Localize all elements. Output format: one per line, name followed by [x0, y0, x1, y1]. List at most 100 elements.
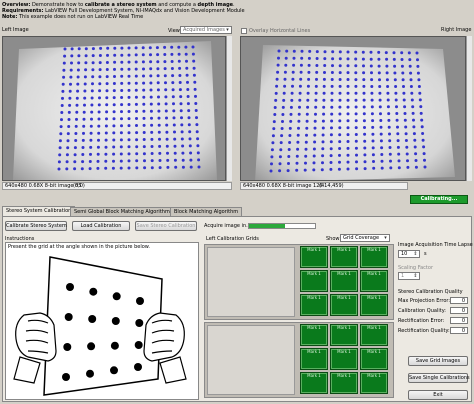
calibration-dot [354, 105, 358, 109]
calibration-dot [150, 152, 154, 155]
grid-coverage-cell: Mark 1 [330, 372, 358, 394]
right-grid-preview [207, 325, 295, 395]
calibration-dot [274, 91, 278, 95]
calibration-dot [177, 59, 181, 63]
calibration-dot [148, 46, 152, 50]
save-single-calibrations-button[interactable]: Save Single Calibrations [408, 373, 470, 383]
calibration-dot [172, 116, 176, 120]
calibration-dot [62, 75, 66, 79]
calibration-dot [410, 91, 414, 95]
calibration-dot [67, 110, 71, 114]
calibration-dot [354, 98, 358, 102]
scaling-input[interactable]: 1 ⇕ [398, 272, 420, 280]
calibration-dot [392, 51, 396, 55]
calibration-dot [149, 74, 153, 78]
calibration-dot [280, 134, 284, 138]
calibration-dot [354, 78, 358, 82]
spinner-icon[interactable]: ⇕ [413, 252, 418, 257]
right-image-scrollbar[interactable] [466, 36, 472, 181]
calibration-dot [165, 130, 169, 134]
header-description: Overview: Demonstrate how to calibrate a… [2, 2, 472, 20]
note-label: Note: [2, 14, 18, 20]
left-image-display[interactable] [2, 36, 226, 181]
calibration-dot [70, 47, 74, 51]
calibration-dot [394, 85, 398, 88]
calibration-dot [361, 57, 365, 61]
calibrate-stereo-button[interactable]: Calibrate Stereo System [5, 221, 67, 231]
left-image-scrollbar[interactable] [226, 36, 232, 181]
calibration-dot [308, 49, 312, 53]
calibration-dot [282, 98, 286, 102]
spinner-icon[interactable]: ⇕ [413, 274, 418, 279]
calibration-dot [270, 155, 274, 159]
calibration-dot [113, 67, 116, 71]
calibration-dot [57, 167, 61, 171]
calibration-dot [269, 169, 273, 173]
calibration-dot [338, 160, 341, 164]
tab-semi-global-block-matching[interactable]: Semi Global Block Matching Algorithm [70, 207, 174, 216]
calibration-dot [278, 155, 282, 159]
calibration-dot [91, 61, 95, 65]
calibration-dot [181, 158, 185, 162]
calibration-dot [69, 82, 72, 86]
lapse-input[interactable]: 10 ⇕ [398, 250, 420, 258]
calibration-dot [83, 96, 87, 100]
calibration-dot [291, 84, 294, 88]
calibration-dot [283, 77, 287, 81]
save-stereo-calibration-button[interactable]: Save Stereo Calibration [135, 221, 197, 231]
calibration-dot [407, 51, 411, 55]
calibration-dot [166, 151, 169, 155]
right-image-display[interactable] [240, 36, 466, 181]
calibration-dot [370, 112, 374, 116]
calibration-dot [307, 70, 311, 74]
calibration-dot [363, 146, 367, 150]
calibration-dot [288, 134, 292, 137]
calibration-dot [271, 141, 275, 145]
calibration-dot [371, 125, 375, 129]
calibration-dot [158, 144, 162, 148]
calibration-dot [156, 53, 160, 57]
calibration-dot [362, 78, 366, 82]
calibration-dot [315, 57, 319, 60]
load-calibration-button[interactable]: Load Calibration [72, 221, 130, 231]
calibration-dot [66, 139, 70, 143]
calibration-dot [84, 54, 88, 58]
calibration-dot [355, 153, 358, 157]
calibration-dot [396, 132, 400, 136]
calibration-dot [354, 126, 358, 130]
calibration-dot [134, 102, 138, 106]
tab-block-matching[interactable]: Block Matching Algorithm [170, 207, 243, 216]
calibration-dot [423, 165, 427, 169]
calibration-dot [338, 91, 342, 95]
calibration-dot [105, 89, 109, 93]
calibration-dot [91, 82, 94, 86]
calibration-dot [135, 138, 139, 142]
calibration-dot [184, 52, 188, 56]
calibration-dot [173, 144, 177, 148]
calibration-dot [61, 96, 64, 100]
calibration-dot [303, 168, 307, 172]
calibration-dot [180, 137, 184, 141]
calibration-dot [412, 132, 416, 136]
calibration-dot [370, 98, 374, 102]
calibration-dot [378, 105, 382, 109]
save-grid-images-button[interactable]: Save Grid Images [408, 356, 468, 366]
calibration-dot [397, 166, 401, 170]
calibration-dot [165, 137, 169, 141]
calibration-dot [330, 91, 334, 95]
view-select[interactable]: Acquired Images ▾ [180, 26, 232, 34]
tab-stereo-calibration[interactable]: Stereo System Calibration [2, 206, 76, 216]
calibration-dot [150, 145, 154, 148]
show-select[interactable]: Grid Coverage ▾ [340, 234, 390, 242]
grid-coverage-cell: Mark 1 [300, 372, 328, 394]
exit-button[interactable]: Exit [408, 390, 468, 400]
lapse-unit: s [424, 251, 427, 257]
overlay-checkbox[interactable] [241, 28, 247, 34]
calibration-dot [362, 98, 366, 102]
calibration-dot [120, 117, 123, 121]
calibration-dot [188, 130, 192, 134]
calibration-dot [292, 63, 296, 67]
calibration-dot [313, 133, 317, 137]
calibration-dot [395, 118, 399, 122]
calibration-dot [363, 167, 367, 171]
